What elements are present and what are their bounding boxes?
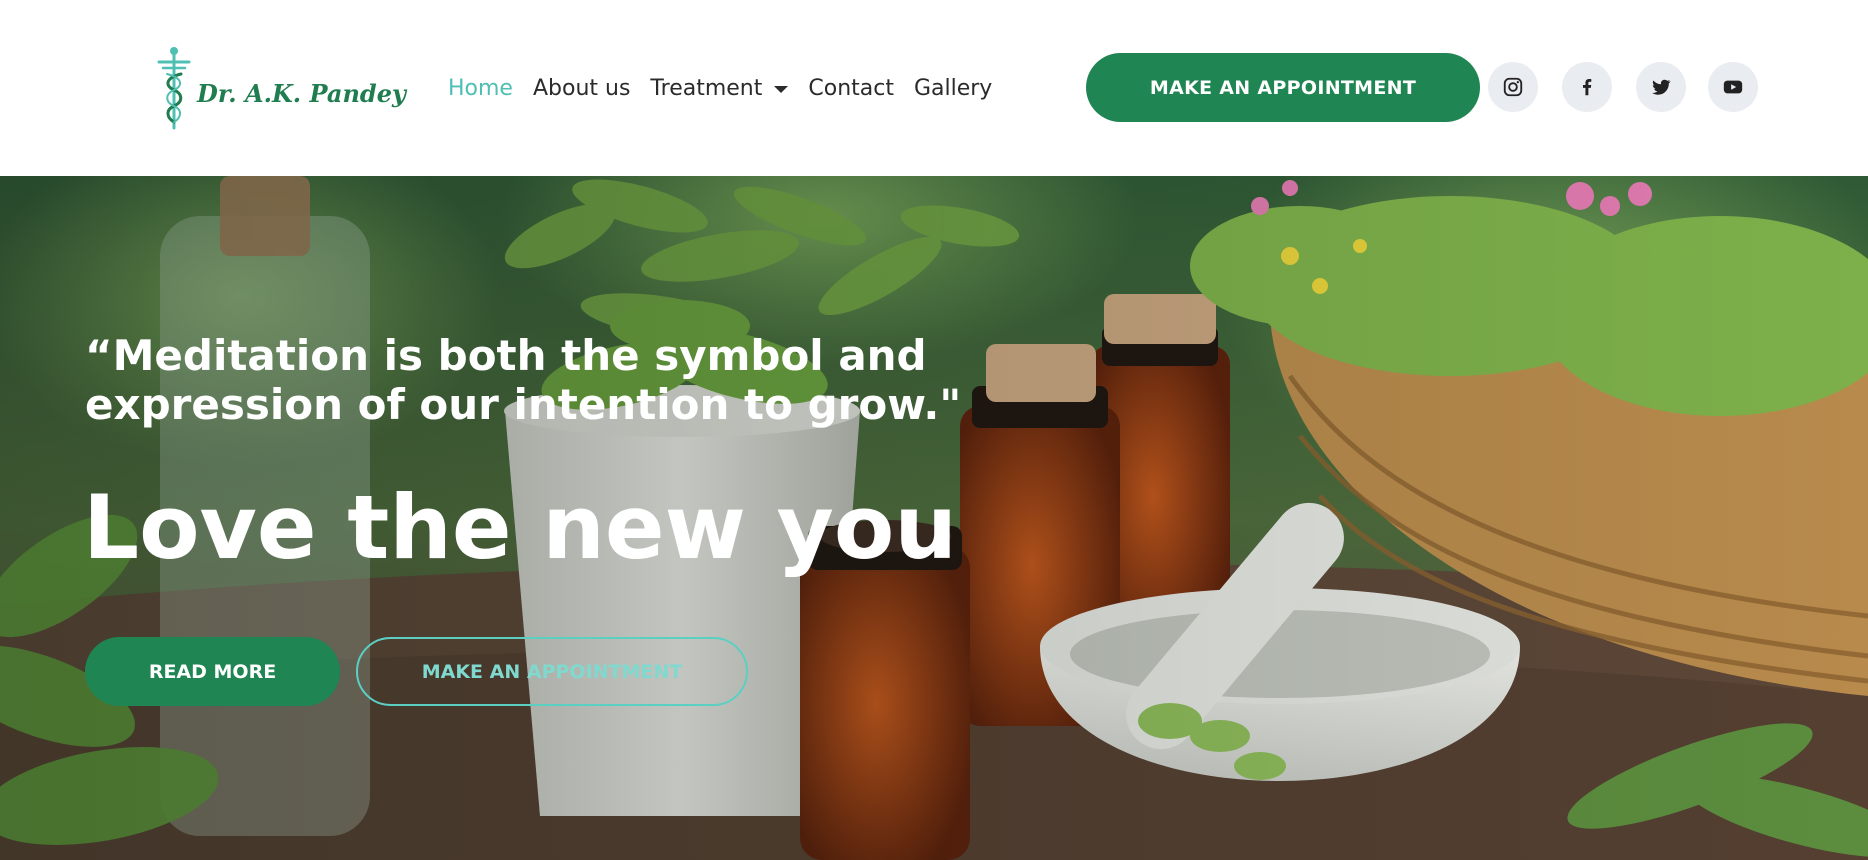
hero-appointment-button[interactable]: MAKE AN APPOINTMENT <box>356 637 748 706</box>
read-more-button[interactable]: READ MORE <box>85 637 340 706</box>
logo-text: Dr. A.K. Pandey <box>197 78 406 108</box>
nav-item-treatment[interactable]: Treatment <box>650 75 789 101</box>
youtube-icon <box>1723 80 1743 94</box>
site-header: Dr. A.K. Pandey Home About us Treatment … <box>0 0 1868 176</box>
nav-item-label: About us <box>532 75 631 101</box>
hero-banner: “Meditation is both the symbol and expre… <box>0 176 1868 860</box>
hero-quote: “Meditation is both the symbol and expre… <box>85 331 962 429</box>
main-nav: Home About us Treatment Contact Gallery <box>448 70 1012 106</box>
chevron-down-icon <box>774 85 789 93</box>
nav-item-label: Home <box>448 75 513 101</box>
facebook-icon <box>1582 79 1592 96</box>
hero-headline: Love the new you <box>83 476 957 579</box>
nav-item-label: Gallery <box>913 75 993 101</box>
instagram-link[interactable] <box>1488 62 1538 112</box>
facebook-link[interactable] <box>1562 62 1612 112</box>
nav-item-about-us[interactable]: About us <box>533 76 630 101</box>
site-logo[interactable]: Dr. A.K. Pandey <box>155 44 406 134</box>
youtube-link[interactable] <box>1708 62 1758 112</box>
caduceus-icon <box>157 47 191 130</box>
instagram-icon <box>1503 77 1523 97</box>
nav-item-label: Treatment <box>650 75 763 101</box>
make-appointment-button[interactable]: MAKE AN APPOINTMENT <box>1086 53 1480 122</box>
nav-item-gallery[interactable]: Gallery <box>914 76 992 101</box>
nav-item-contact[interactable]: Contact <box>808 76 894 101</box>
twitter-link[interactable] <box>1636 62 1686 112</box>
twitter-icon <box>1652 79 1671 95</box>
nav-item-home[interactable]: Home <box>448 76 513 101</box>
nav-item-label: Contact <box>808 75 894 101</box>
